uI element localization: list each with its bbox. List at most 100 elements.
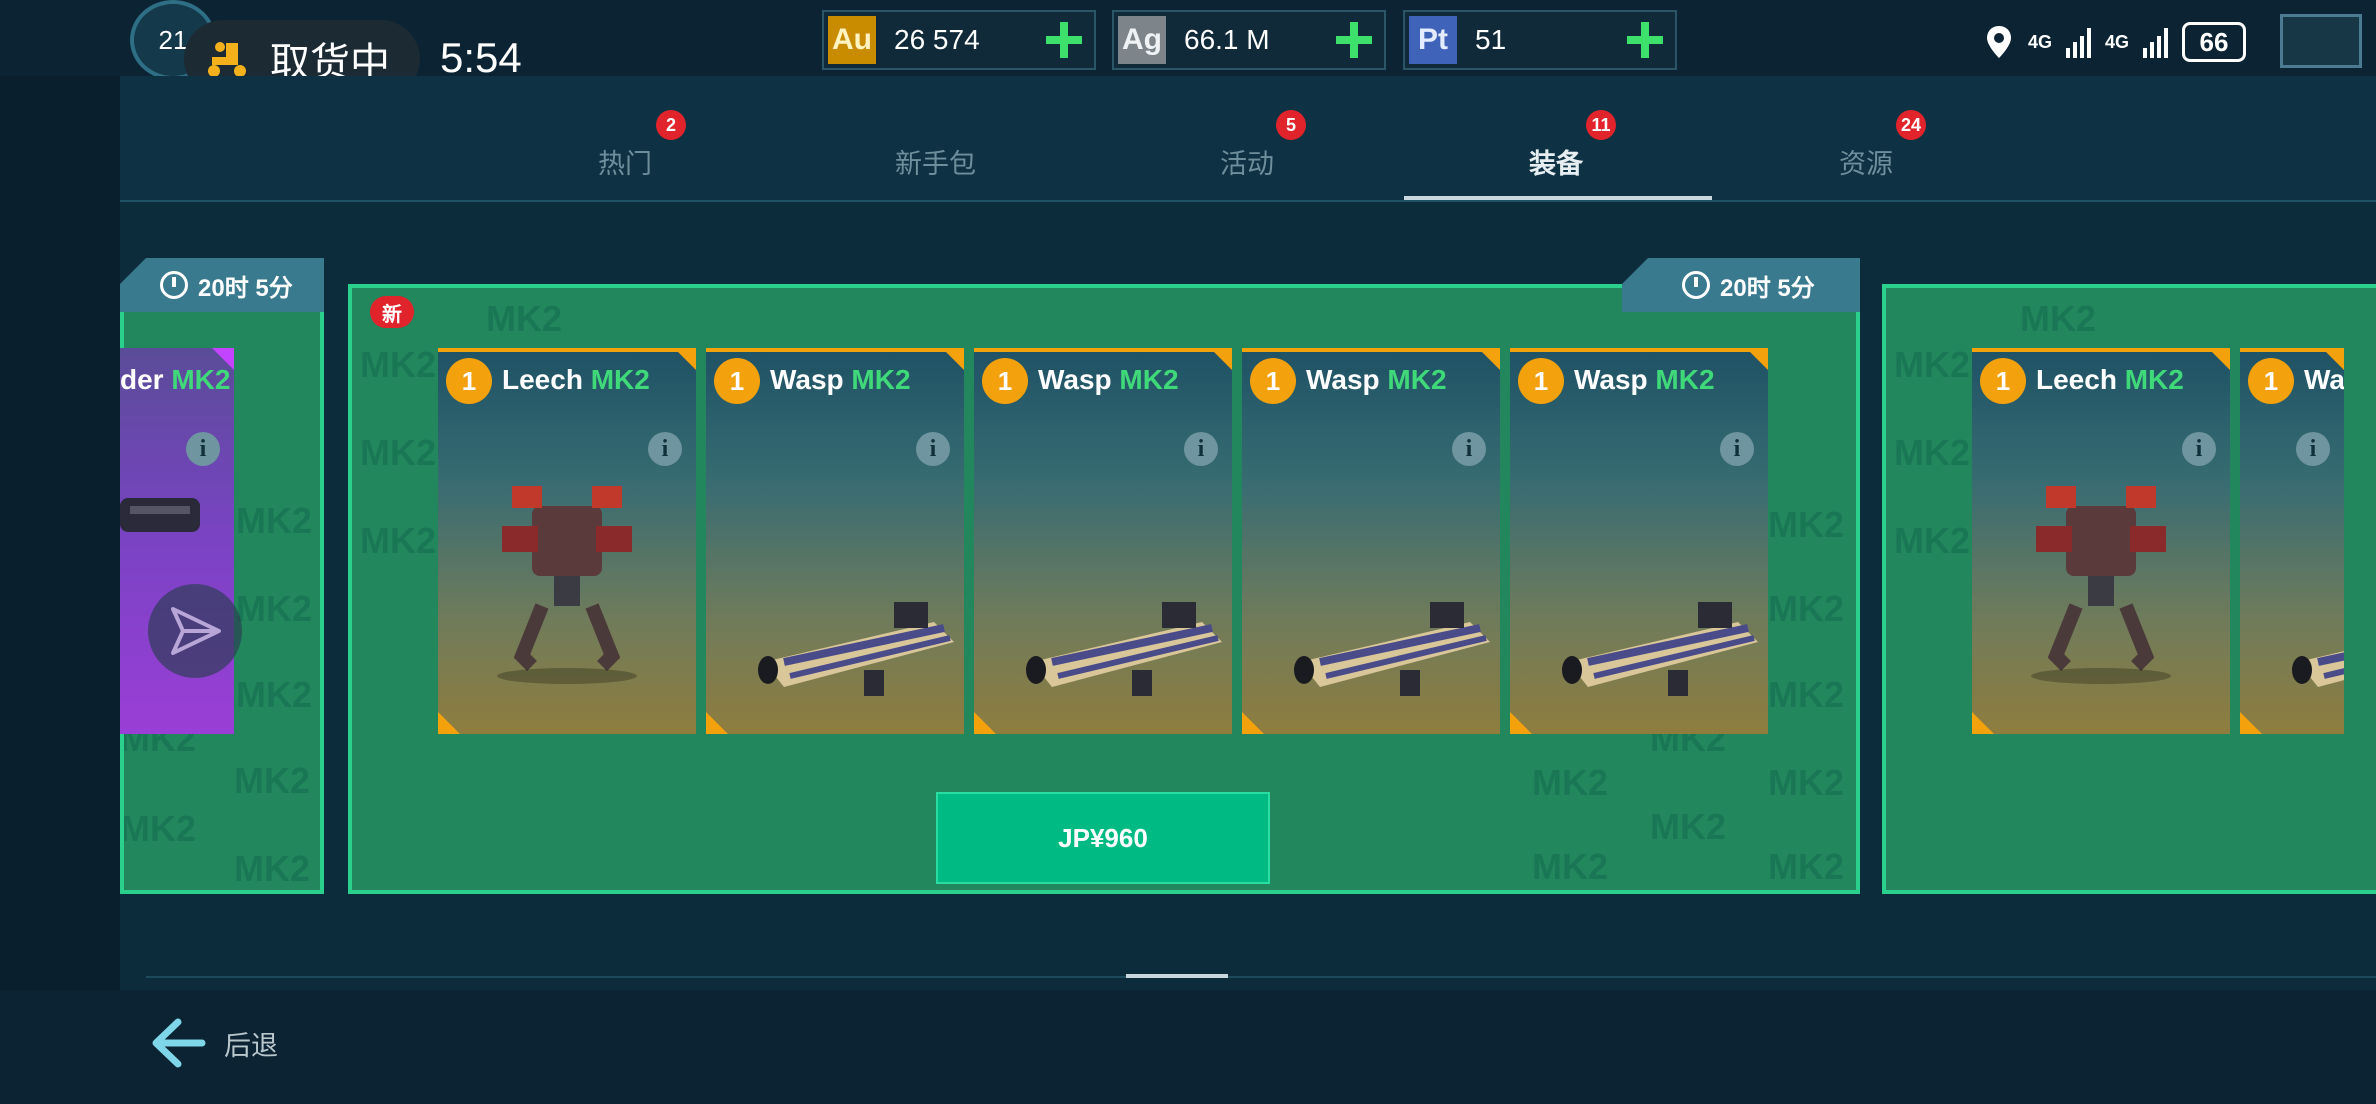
watermark: MK2 <box>120 808 197 849</box>
signal-icon <box>2065 26 2091 58</box>
rank-badge: 1 <box>982 358 1028 404</box>
item-name: Wasp <box>1574 364 1648 395</box>
rarity-corner <box>2208 348 2230 370</box>
back-button[interactable]: 后退 <box>150 1018 278 1068</box>
offer-item-card[interactable]: 1 Leech MK2 i <box>438 348 696 734</box>
network-type-1: 4G <box>2027 31 2052 52</box>
add-gold-button[interactable] <box>1044 20 1084 60</box>
offer-item-card[interactable]: 1 Wasp MK2 i <box>1510 348 1768 734</box>
info-icon[interactable]: i <box>916 432 950 466</box>
tab-hot[interactable]: 热门 <box>598 142 652 181</box>
item-name: Wasp <box>2304 364 2344 395</box>
info-icon[interactable]: i <box>1720 432 1754 466</box>
add-platinum-button[interactable] <box>1625 20 1665 60</box>
back-label: 后退 <box>224 1030 278 1062</box>
rarity-bar <box>1510 348 1768 352</box>
info-icon[interactable]: i <box>2296 432 2330 466</box>
rarity-corner <box>942 348 964 370</box>
item-mk: MK2 <box>1387 364 1447 395</box>
info-icon[interactable]: i <box>1184 432 1218 466</box>
left-letterbox <box>0 0 120 1104</box>
rank-badge: 1 <box>446 358 492 404</box>
rarity-corner <box>706 712 728 734</box>
offer-item-card[interactable]: 1 Wasp MK2 i <box>2240 348 2344 734</box>
card-mk: MK2 <box>171 364 231 395</box>
watermark: MK2 <box>1894 520 1971 561</box>
rank-badge: 1 <box>1980 358 2026 404</box>
rarity-corner <box>438 712 460 734</box>
watermark: MK2 <box>1894 432 1971 473</box>
platinum-value: 51 <box>1475 24 1507 55</box>
weapon-image <box>2292 651 2344 687</box>
tab-events[interactable]: 活动 <box>1220 142 1274 181</box>
watermark: MK2 <box>1768 674 1845 715</box>
watermark: MK2 <box>1768 504 1845 545</box>
rarity-bar <box>1242 348 1500 352</box>
rarity-corner <box>1510 712 1532 734</box>
weapon-image <box>1294 602 1490 696</box>
item-title: Wasp MK2 <box>1038 364 1179 396</box>
rank-badge: 1 <box>1250 358 1296 404</box>
rarity-corner <box>1746 348 1768 370</box>
item-mk: MK2 <box>851 364 911 395</box>
location-icon <box>1986 26 2011 58</box>
watermark: MK2 <box>486 298 563 339</box>
robot-image <box>2031 486 2171 684</box>
battery-indicator: 66 <box>2182 22 2246 62</box>
garage-icon[interactable] <box>2280 14 2362 68</box>
watermark: MK2 <box>236 588 313 629</box>
offer-item-card[interactable]: 1 Wasp MK2 i <box>1242 348 1500 734</box>
item-title: Leech MK2 <box>2036 364 2184 396</box>
watermark: MK2 <box>360 432 437 473</box>
gold-icon: Au <box>828 16 876 64</box>
rarity-corner <box>974 712 996 734</box>
watermark: MK2 <box>236 674 313 715</box>
info-icon[interactable]: i <box>2182 432 2216 466</box>
weapon-image <box>1026 602 1222 696</box>
item-title: Wasp MK2 <box>2304 364 2344 396</box>
rarity-corner <box>674 348 696 370</box>
clock: 5:54 <box>440 34 522 81</box>
bottom-bar <box>0 990 2376 1104</box>
send-icon <box>171 607 221 655</box>
watermark: MK2 <box>1532 846 1609 887</box>
back-arrow-icon <box>152 1018 206 1068</box>
info-icon[interactable]: i <box>1452 432 1486 466</box>
rarity-bar <box>706 348 964 352</box>
watermark: MK2 <box>1768 762 1845 803</box>
item-name: Wasp <box>1306 364 1380 395</box>
tab-events-badge: 5 <box>1276 110 1306 140</box>
info-icon[interactable]: i <box>648 432 682 466</box>
watermark: MK2 <box>234 848 311 889</box>
offer-item-card[interactable]: 1 Wasp MK2 i <box>706 348 964 734</box>
item-title: Wasp MK2 <box>770 364 911 396</box>
watermark: MK2 <box>234 760 311 801</box>
item-name: Wasp <box>770 364 844 395</box>
player-level: 21 <box>158 24 188 55</box>
item-title: Wasp MK2 <box>1574 364 1715 396</box>
tab-equipment[interactable]: 装备 <box>1529 142 1583 181</box>
offer-card-partial[interactable]: der MK2 i <box>120 348 234 734</box>
add-silver-button[interactable] <box>1334 20 1374 60</box>
watermark: MK2 <box>2020 298 2097 339</box>
system-status: 4G 4G 66 <box>1984 20 2246 64</box>
tab-resources-badge: 24 <box>1896 110 1926 140</box>
watermark: MK2 <box>1532 762 1609 803</box>
watermark: MK2 <box>1768 588 1845 629</box>
item-title: Wasp MK2 <box>1306 364 1447 396</box>
rarity-bar <box>438 348 696 352</box>
watermark: MK2 <box>236 500 313 541</box>
offer-item-card[interactable]: 1 Leech MK2 i <box>1972 348 2230 734</box>
item-mk: MK2 <box>2124 364 2184 395</box>
rarity-bar <box>974 348 1232 352</box>
tab-resources[interactable]: 资源 <box>1839 142 1893 181</box>
robot-image <box>497 486 637 684</box>
rank-badge: 1 <box>1518 358 1564 404</box>
item-name: Leech <box>2036 364 2117 395</box>
share-button[interactable] <box>148 584 242 678</box>
offer-item-card[interactable]: 1 Wasp MK2 i <box>974 348 1232 734</box>
info-icon[interactable]: i <box>186 432 220 466</box>
tab-starter-pack[interactable]: 新手包 <box>895 142 976 181</box>
rarity-corner <box>1478 348 1500 370</box>
buy-price-button[interactable]: JP¥960 <box>936 792 1270 884</box>
